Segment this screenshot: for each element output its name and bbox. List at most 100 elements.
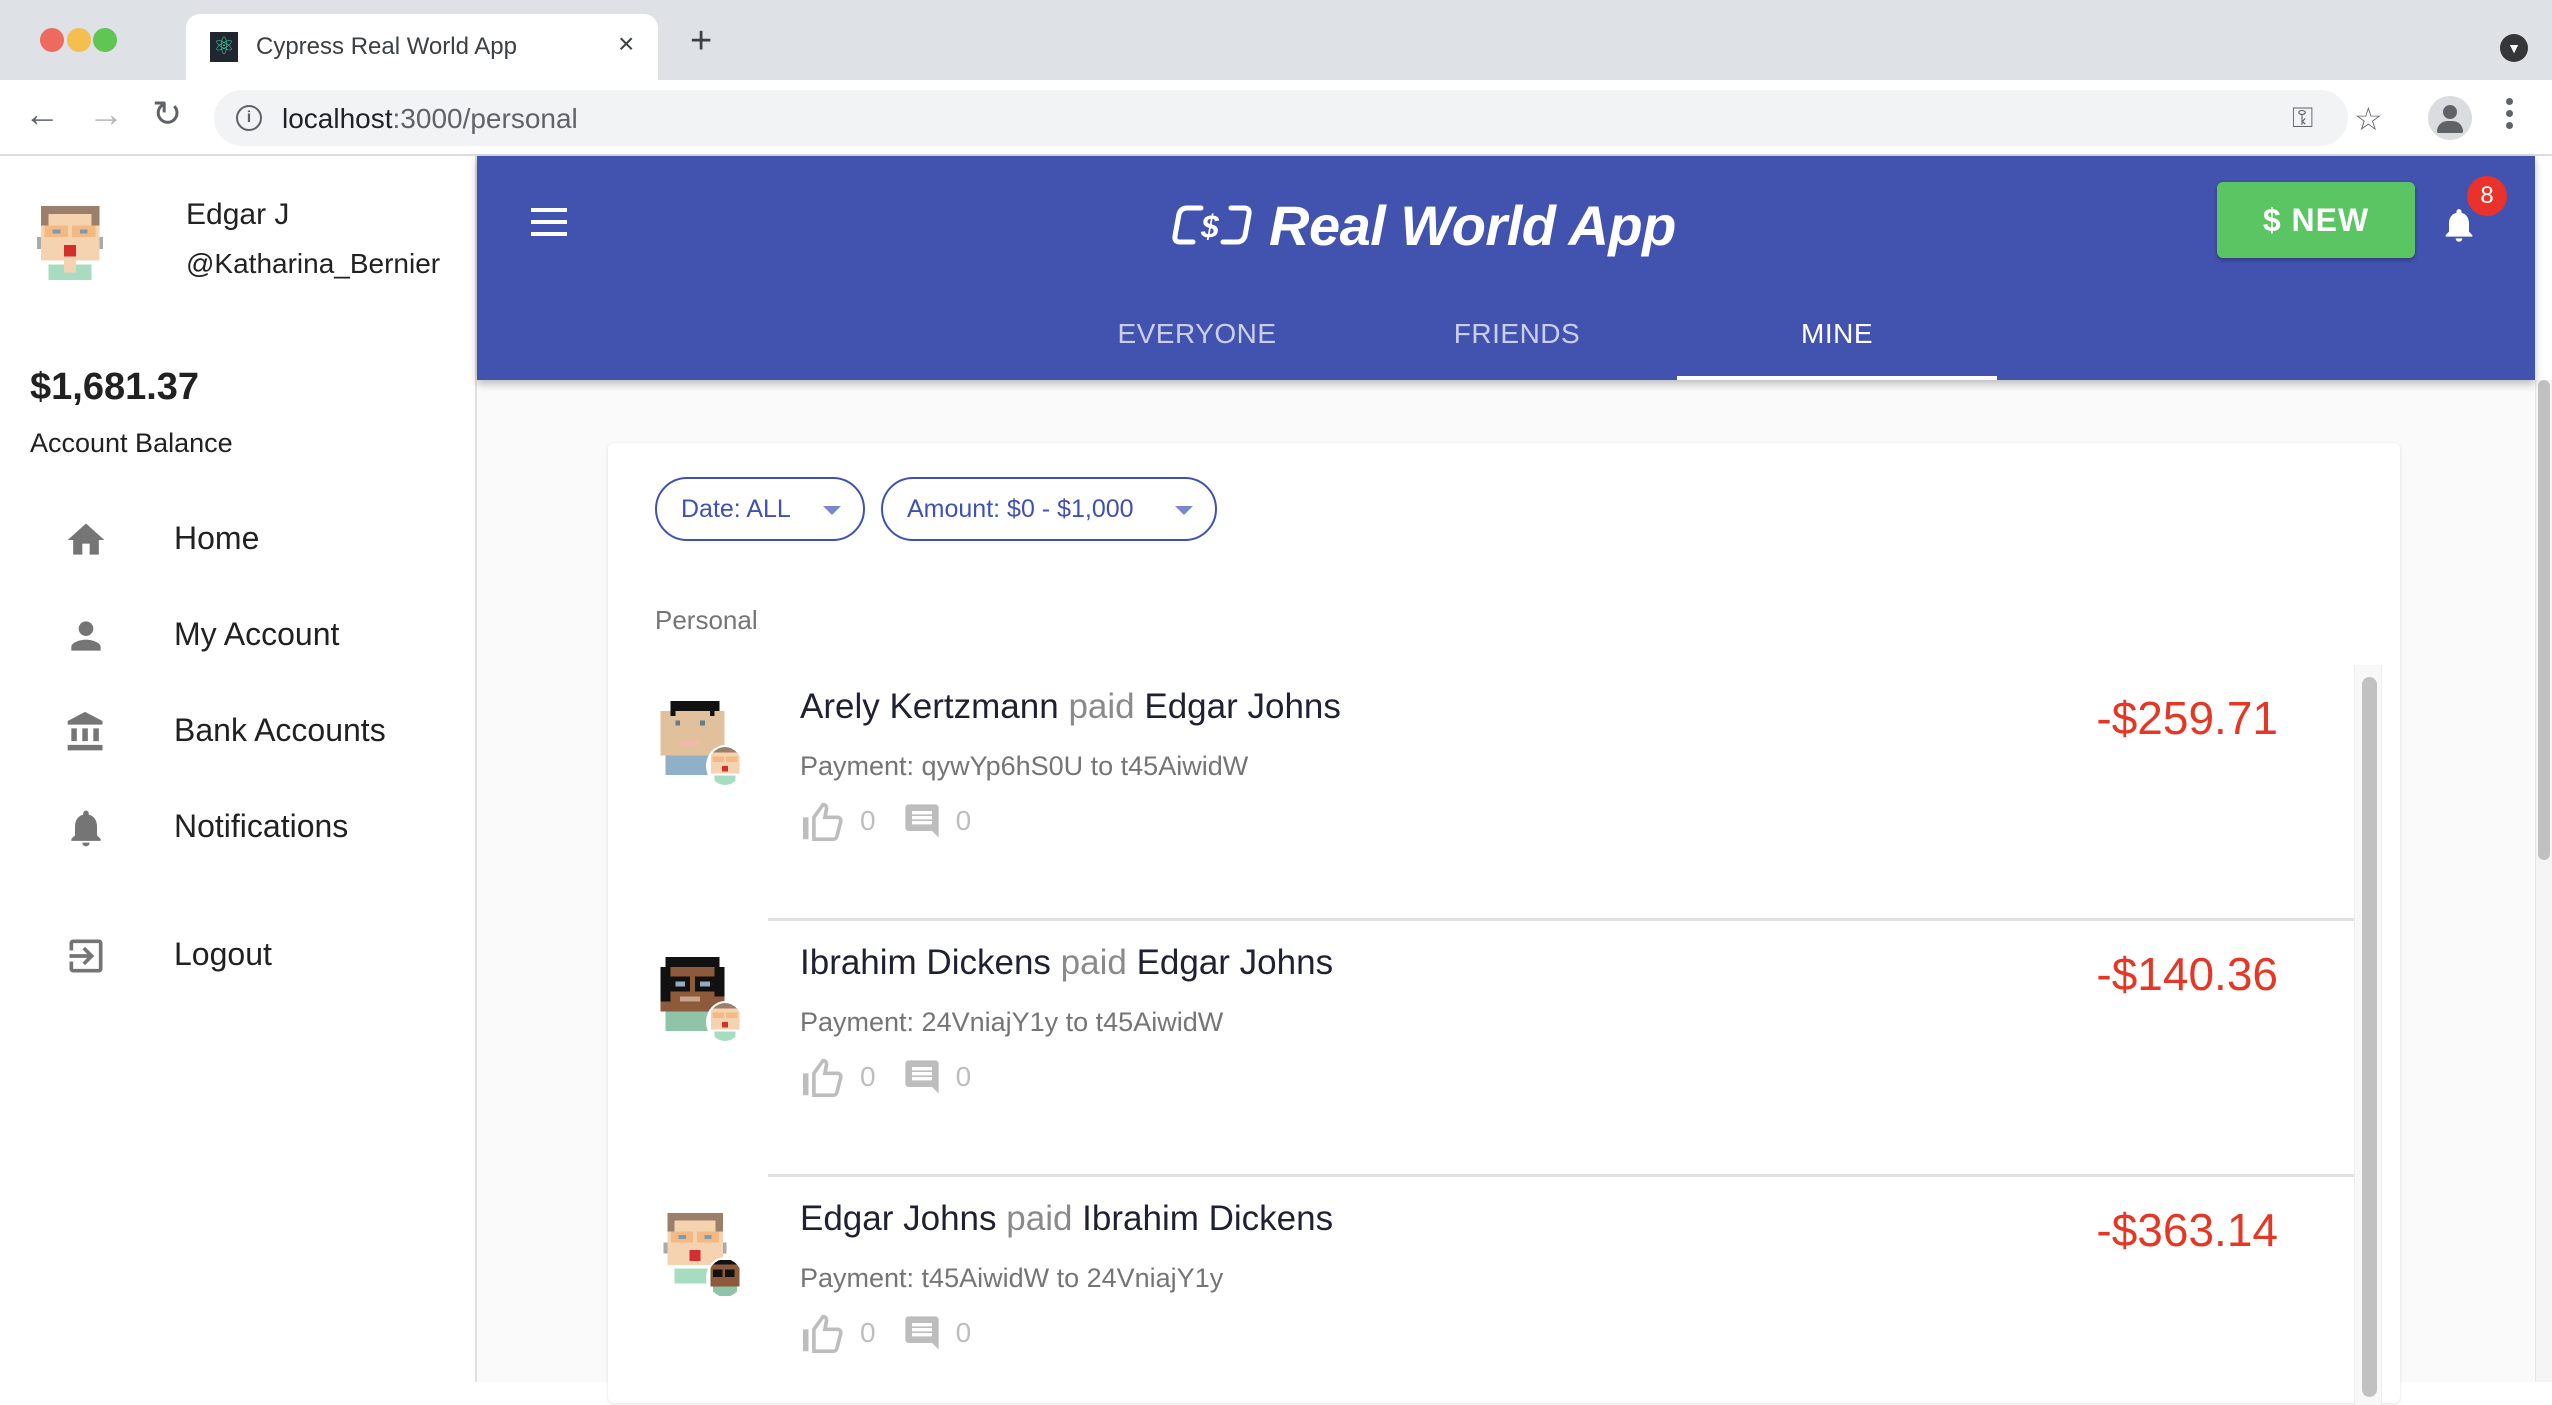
sender-name: Edgar Johns (800, 1199, 997, 1238)
tab-close-icon[interactable]: × (618, 28, 634, 60)
bell-icon (71, 810, 101, 847)
bookmark-star-icon[interactable]: ☆ (2354, 100, 2383, 138)
comment-icon[interactable] (902, 1056, 942, 1098)
menu-icon[interactable] (531, 208, 567, 244)
forward-arrow-icon[interactable]: → (88, 96, 124, 132)
notification-count-badge: 8 (2467, 176, 2507, 216)
like-count: 0 (860, 1061, 876, 1092)
browser-menu-icon[interactable] (2506, 98, 2514, 134)
window-close-button[interactable] (40, 28, 64, 52)
sidebar-item-my-account[interactable]: My Account (0, 594, 475, 674)
transaction-item[interactable]: Ibrahim Dickens paid Edgar Johns Payment… (608, 921, 2354, 1177)
sidebar-item-label: Home (174, 520, 260, 556)
url-text[interactable]: localhost:3000/personal (282, 103, 578, 135)
reload-icon[interactable]: ↻ (152, 96, 182, 132)
transactions-card: Date: ALL Amount: $0 - $1,000 Personal A… (608, 443, 2400, 1405)
transaction-description: Payment: 24VniajY1y to t45AiwidW (800, 1007, 1224, 1037)
dropdown-arrow-icon (823, 506, 841, 515)
address-bar[interactable]: i localhost:3000/personal ⚿ ☆ (214, 90, 2383, 146)
transaction-verb: paid (1060, 943, 1127, 982)
browser-tab[interactable]: ⚛ Cypress Real World App × (186, 14, 658, 80)
back-arrow-icon[interactable]: ← (24, 96, 60, 132)
transaction-description: Payment: t45AiwidW to 24VniajY1y (800, 1263, 1224, 1293)
amount-filter-label: Amount: $0 - $1,000 (907, 495, 1134, 523)
tab-label: FRIENDS (1453, 318, 1581, 349)
sidebar-item-home[interactable]: Home (0, 498, 475, 578)
transaction-social: 0 0 (800, 1057, 997, 1097)
window-maximize-button[interactable] (93, 28, 117, 52)
react-favicon-icon: ⚛ (210, 32, 238, 62)
tab-mine[interactable]: MINE (1677, 304, 1997, 380)
svg-text:$: $ (1200, 209, 1220, 245)
account-balance-amount: $1,681.37 (30, 366, 200, 408)
site-info-icon[interactable]: i (236, 105, 262, 131)
receiver-name: Edgar Johns (1136, 943, 1334, 982)
receiver-avatar (706, 1257, 744, 1299)
rwa-logo-icon: $ (1172, 205, 1252, 245)
like-count: 0 (860, 1317, 876, 1348)
transaction-amount: -$363.14 (2096, 1204, 2278, 1256)
transaction-list: Arely Kertzmann paid Edgar Johns Payment… (608, 665, 2400, 1405)
like-count: 0 (860, 805, 876, 836)
transaction-social: 0 0 (800, 1313, 997, 1353)
sidebar-item-label: Logout (174, 936, 272, 972)
transaction-amount: -$140.36 (2096, 948, 2278, 1000)
sidebar-item-label: Notifications (174, 808, 349, 844)
tab-everyone[interactable]: EVERYONE (1037, 304, 1357, 380)
comment-icon[interactable] (902, 800, 942, 842)
url-host: localhost (282, 103, 393, 134)
like-icon[interactable] (800, 1057, 846, 1097)
list-scrollbar[interactable] (2354, 665, 2382, 1405)
transaction-item[interactable]: Arely Kertzmann paid Edgar Johns Payment… (608, 665, 2354, 921)
tab-search-icon[interactable]: ▼ (2500, 34, 2528, 62)
amount-filter-button[interactable]: Amount: $0 - $1,000 (881, 477, 1217, 541)
receiver-avatar (706, 1001, 744, 1043)
home-icon (67, 523, 105, 555)
user-handle: @Katharina_Bernier (186, 248, 441, 279)
sidebar-item-logout[interactable]: Logout (0, 914, 475, 994)
transaction-title: Arely Kertzmann paid Edgar Johns (800, 687, 1341, 727)
tab-label: EVERYONE (1117, 318, 1277, 349)
bank-icon (67, 711, 103, 751)
receiver-avatar (706, 745, 744, 787)
transaction-amount: -$259.71 (2096, 692, 2278, 744)
sidebar: Edgar J @Katharina_Bernier $1,681.37 Acc… (0, 156, 477, 1382)
sidebar-item-label: Bank Accounts (174, 712, 386, 748)
comment-count: 0 (955, 1061, 972, 1092)
like-icon[interactable] (800, 801, 846, 841)
list-scrollbar-thumb[interactable] (2362, 677, 2377, 1397)
new-tab-button[interactable]: + (690, 22, 712, 60)
transaction-verb: paid (1068, 687, 1135, 726)
app-logo[interactable]: $ Real World App (1171, 190, 1676, 260)
comment-count: 0 (955, 805, 972, 836)
browser-tab-bar: ⚛ Cypress Real World App × + ▼ (0, 0, 2552, 80)
url-path: :3000/personal (392, 103, 578, 134)
transaction-item[interactable]: Edgar Johns paid Ibrahim Dickens Payment… (608, 1177, 2354, 1405)
sidebar-item-notifications[interactable]: Notifications (0, 786, 475, 866)
sidebar-item-label: My Account (174, 616, 340, 652)
app-bar: $ Real World App $ NEW 8 EVERYONE FRIEND… (477, 156, 2535, 380)
sender-name: Ibrahim Dickens (800, 943, 1051, 982)
user-full-name: Edgar J (186, 198, 290, 231)
page-scrollbar[interactable] (2535, 380, 2552, 1382)
window-minimize-button[interactable] (67, 28, 91, 52)
like-icon[interactable] (800, 1313, 846, 1353)
page-scrollbar-thumb[interactable] (2538, 380, 2550, 860)
new-transaction-button[interactable]: $ NEW (2217, 182, 2415, 258)
profile-avatar-icon[interactable] (2428, 96, 2472, 140)
transaction-title: Edgar Johns paid Ibrahim Dickens (800, 1199, 1333, 1239)
sidebar-item-bank-accounts[interactable]: Bank Accounts (0, 690, 475, 770)
section-label: Personal (655, 605, 758, 635)
person-icon (71, 621, 101, 651)
sender-name: Arely Kertzmann (800, 687, 1059, 726)
transaction-description: Payment: qywYp6hS0U to t45AiwidW (800, 751, 1249, 781)
key-icon[interactable]: ⚿ (2292, 102, 2313, 135)
date-filter-button[interactable]: Date: ALL (655, 477, 865, 541)
comment-icon[interactable] (902, 1312, 942, 1354)
dropdown-arrow-icon (1175, 506, 1193, 515)
account-balance-label: Account Balance (30, 428, 233, 458)
receiver-name: Edgar Johns (1144, 687, 1341, 726)
tab-friends[interactable]: FRIENDS (1357, 304, 1677, 380)
transaction-verb: paid (1006, 1199, 1073, 1238)
logout-icon (69, 939, 103, 973)
